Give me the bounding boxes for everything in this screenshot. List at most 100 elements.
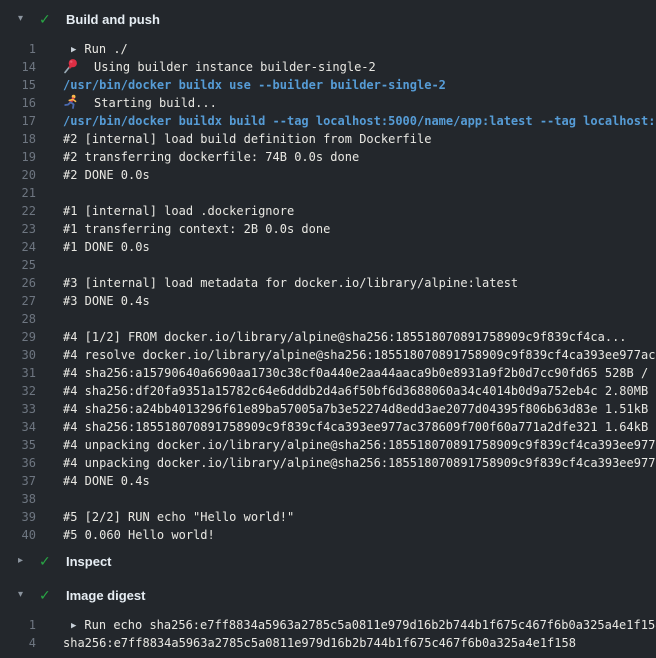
line-number[interactable]: 17 <box>0 112 36 130</box>
log-text: #1 DONE 0.0s <box>63 240 150 254</box>
line-number[interactable]: 39 <box>0 508 36 526</box>
line-number[interactable]: 1 <box>0 616 36 634</box>
log-text: #3 DONE 0.4s <box>63 294 150 308</box>
line-number[interactable]: 16 <box>0 94 36 112</box>
section-title: Build and push <box>66 12 160 27</box>
log-text: #2 [internal] load build definition from… <box>63 132 431 146</box>
log-text: /usr/bin/docker buildx build --tag local… <box>63 114 656 128</box>
log-text: #4 resolve docker.io/library/alpine@sha2… <box>63 348 656 362</box>
line-number[interactable]: 21 <box>0 184 36 202</box>
expand-group-icon[interactable]: ▶ <box>71 617 76 634</box>
section-image-digest: ▾✓Image digest1▶Run echo sha256:e7ff8834… <box>0 578 656 652</box>
log-line: 35 #4 unpacking docker.io/library/alpine@… <box>0 436 656 454</box>
log-text: Run echo sha256:e7ff8834a5963a2785c5a081… <box>84 618 656 632</box>
log-line: 25 <box>0 256 656 274</box>
line-number[interactable]: 38 <box>0 490 36 508</box>
log-line: 21 <box>0 184 656 202</box>
log-text: #5 0.060 Hello world! <box>63 528 215 542</box>
line-number[interactable]: 26 <box>0 274 36 292</box>
section-header-inspect[interactable]: ▸ ✓ Inspect <box>0 544 656 578</box>
log-text: Starting build... <box>94 96 217 110</box>
log-text: Run ./ <box>84 42 127 56</box>
line-number[interactable]: 29 <box>0 328 36 346</box>
line-number[interactable]: 28 <box>0 310 36 328</box>
log-text: #4 sha256:a24bb4013296f61e89ba57005a7b3e… <box>63 402 656 416</box>
chevron-down-icon[interactable]: ▾ <box>18 590 29 600</box>
log-line: 34 #4 sha256:185518070891758909c9f839cf4c… <box>0 418 656 436</box>
section-header-build-and-push[interactable]: ▾ ✓ Build and push <box>0 2 656 36</box>
log-line: 28 <box>0 310 656 328</box>
pushpin-icon <box>63 58 79 74</box>
log-line: 26 #3 [internal] load metadata for docker… <box>0 274 656 292</box>
log-line: 40 #5 0.060 Hello world! <box>0 526 656 544</box>
log-line: 37 #4 DONE 0.4s <box>0 472 656 490</box>
log-text: #4 [1/2] FROM docker.io/library/alpine@s… <box>63 330 627 344</box>
log-line: 36 #4 unpacking docker.io/library/alpine@… <box>0 454 656 472</box>
log-line: 23 #1 transferring context: 2B 0.0s done <box>0 220 656 238</box>
log-text: #4 sha256:185518070891758909c9f839cf4ca3… <box>63 420 656 434</box>
log-line: 18 #2 [internal] load build definition fr… <box>0 130 656 148</box>
log-line: 16 Starting build... <box>0 94 656 112</box>
log-text: #2 DONE 0.0s <box>63 168 150 182</box>
log-text: #3 [internal] load metadata for docker.i… <box>63 276 518 290</box>
log-line: 19 #2 transferring dockerfile: 74B 0.0s d… <box>0 148 656 166</box>
section-title: Inspect <box>66 554 112 569</box>
log-text: #4 sha256:df20fa9351a15782c64e6dddb2d4a6… <box>63 384 656 398</box>
log-text: /usr/bin/docker buildx use --builder bui… <box>63 78 446 92</box>
log-text: #5 [2/2] RUN echo "Hello world!" <box>63 510 294 524</box>
line-number[interactable]: 36 <box>0 454 36 472</box>
log-text: #1 transferring context: 2B 0.0s done <box>63 222 330 236</box>
log-line: 1 ▶ Run ./ <box>0 40 656 58</box>
line-number[interactable]: 27 <box>0 292 36 310</box>
line-number[interactable]: 18 <box>0 130 36 148</box>
chevron-down-icon[interactable]: ▾ <box>18 14 29 24</box>
log-line: 14 Using builder instance builder-single-… <box>0 58 656 76</box>
line-number[interactable]: 25 <box>0 256 36 274</box>
line-number[interactable]: 19 <box>0 148 36 166</box>
log-text: #4 unpacking docker.io/library/alpine@sh… <box>63 456 656 470</box>
log-text: #4 DONE 0.4s <box>63 474 150 488</box>
section-header-image-digest[interactable]: ▾✓Image digest <box>0 578 656 612</box>
line-number[interactable]: 40 <box>0 526 36 544</box>
log-line: 20 #2 DONE 0.0s <box>0 166 656 184</box>
line-number[interactable]: 31 <box>0 364 36 382</box>
line-number[interactable]: 37 <box>0 472 36 490</box>
log-text: #2 transferring dockerfile: 74B 0.0s don… <box>63 150 359 164</box>
log-line: 33 #4 sha256:a24bb4013296f61e89ba57005a7b… <box>0 400 656 418</box>
line-number[interactable]: 24 <box>0 238 36 256</box>
log-text: #4 sha256:a15790640a6690aa1730c38cf0a440… <box>63 366 656 380</box>
section-inspect: ▸ ✓ Inspect <box>0 544 656 578</box>
log-line: 1 ▶ Run echo sha256:e7ff8834a5963a2785c5a0… <box>0 616 656 634</box>
log-text: #4 unpacking docker.io/library/alpine@sh… <box>63 438 656 452</box>
log-line: 27 #3 DONE 0.4s <box>0 292 656 310</box>
line-number[interactable]: 23 <box>0 220 36 238</box>
log-line: 39 #5 [2/2] RUN echo "Hello world!" <box>0 508 656 526</box>
line-number[interactable]: 32 <box>0 382 36 400</box>
log-line: 15/usr/bin/docker buildx use --builder b… <box>0 76 656 94</box>
line-number[interactable]: 30 <box>0 346 36 364</box>
line-number[interactable]: 34 <box>0 418 36 436</box>
line-number[interactable]: 33 <box>0 400 36 418</box>
log-line: 30 #4 resolve docker.io/library/alpine@sh… <box>0 346 656 364</box>
check-icon: ✓ <box>39 554 54 568</box>
chevron-right-icon[interactable]: ▸ <box>18 556 29 566</box>
check-icon: ✓ <box>39 588 54 602</box>
log-line: 22 #1 [internal] load .dockerignore <box>0 202 656 220</box>
line-number[interactable]: 20 <box>0 166 36 184</box>
check-icon: ✓ <box>39 12 54 26</box>
log-text: #1 [internal] load .dockerignore <box>63 204 294 218</box>
line-number[interactable]: 1 <box>0 40 36 58</box>
log-text: Using builder instance builder-single-2 <box>94 60 376 74</box>
line-number[interactable]: 14 <box>0 58 36 76</box>
line-number[interactable]: 35 <box>0 436 36 454</box>
log-line: 17/usr/bin/docker buildx build --tag loc… <box>0 112 656 130</box>
line-number[interactable]: 4 <box>0 634 36 652</box>
expand-group-icon[interactable]: ▶ <box>71 41 76 58</box>
log-line: 38 <box>0 490 656 508</box>
log-text: sha256:e7ff8834a5963a2785c5a0811e979d16b… <box>63 636 576 650</box>
line-number[interactable]: 15 <box>0 76 36 94</box>
line-number[interactable]: 22 <box>0 202 36 220</box>
log-line: 31 #4 sha256:a15790640a6690aa1730c38cf0a4… <box>0 364 656 382</box>
log-lines: 1 ▶ Run ./ 14 Using builder instance builder… <box>0 40 656 544</box>
log-lines: 1 ▶ Run echo sha256:e7ff8834a5963a2785c5a0… <box>0 616 656 652</box>
